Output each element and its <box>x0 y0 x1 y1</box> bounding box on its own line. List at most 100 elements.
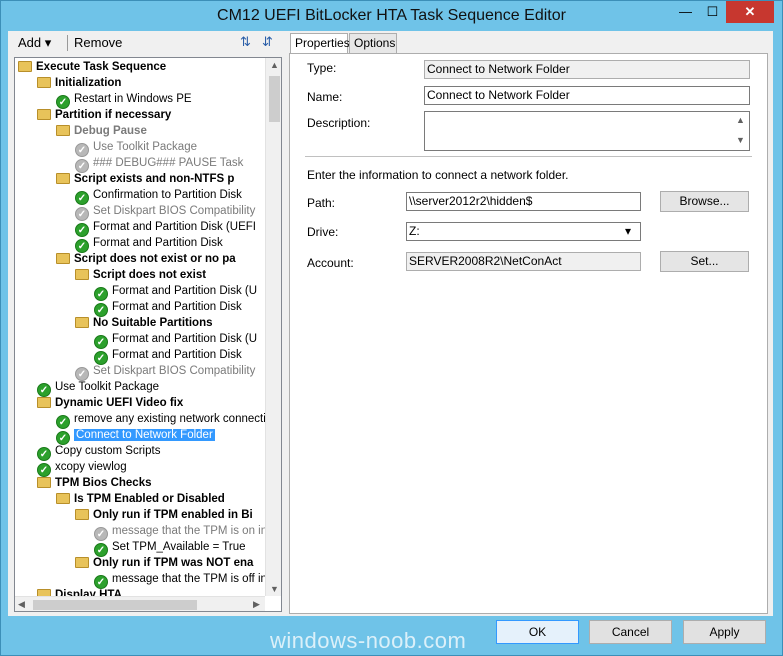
tab-options[interactable]: Options <box>349 33 397 53</box>
tree-node-label: Format and Partition Disk <box>112 349 242 361</box>
toolbar-separator <box>67 35 68 51</box>
scroll-down-icon[interactable]: ▼ <box>270 584 279 594</box>
tree-node[interactable]: Script exists and non-NTFS p <box>56 171 234 187</box>
set-button[interactable]: Set... <box>660 251 749 272</box>
tree-node[interactable]: ✓ Use Toolkit Package <box>37 379 159 397</box>
tree-horizontal-scrollbar[interactable]: ◀ ▶ <box>15 596 265 611</box>
folder-icon <box>37 477 51 488</box>
tree-node[interactable]: ✓ Copy custom Scripts <box>37 443 161 461</box>
drive-select[interactable]: Z: ▾ <box>406 222 641 241</box>
tree-node[interactable]: Display HTA <box>37 587 122 596</box>
tree-node-label: Set Diskpart BIOS Compatibility <box>93 205 256 217</box>
tree-node-label: Script exists and non-NTFS p <box>74 173 235 185</box>
tree-node[interactable]: ✓ ### DEBUG### PAUSE Task <box>75 155 243 173</box>
tree-node[interactable]: ✓ xcopy viewlog <box>37 459 127 477</box>
tree-node-label: Debug Pause <box>74 125 147 137</box>
tree-node[interactable]: ✓ message that the TPM is on in t <box>94 523 265 541</box>
tree-node-label: Copy custom Scripts <box>55 445 161 457</box>
path-field[interactable]: \\server2012r2\hidden$ <box>406 192 641 211</box>
tree-node-label: No Suitable Partitions <box>93 317 213 329</box>
tree-node[interactable]: Initialization <box>37 75 121 91</box>
move-up-icon[interactable]: ⇅ <box>240 34 251 50</box>
tree-node[interactable]: Dynamic UEFI Video fix <box>37 395 183 411</box>
tree-node-label: Use Toolkit Package <box>55 381 159 393</box>
path-label: Path: <box>307 196 336 210</box>
tree-node-label: Script does not exist or no pa <box>74 253 236 265</box>
tree-node[interactable]: ✓ remove any existing network connection <box>56 411 265 429</box>
tree-node[interactable]: ✓ Format and Partition Disk (U <box>94 283 258 301</box>
tree-node[interactable]: ✓ Format and Partition Disk <box>94 347 242 365</box>
folder-icon <box>37 397 51 408</box>
scroll-up-icon[interactable]: ▲ <box>270 60 279 70</box>
ok-button[interactable]: OK <box>496 620 579 644</box>
tree-node-label: Restart in Windows PE <box>74 93 192 105</box>
tree-node[interactable]: ✓ Set TPM_Available = True <box>94 539 246 557</box>
tree-node[interactable]: Execute Task Sequence <box>18 59 166 75</box>
folder-icon <box>56 173 70 184</box>
tree-node[interactable]: Only run if TPM enabled in Bi <box>75 507 253 523</box>
scroll-right-icon[interactable]: ▶ <box>253 599 260 610</box>
tree-node[interactable]: Script does not exist or no pa <box>56 251 236 267</box>
scroll-thumb[interactable] <box>269 76 280 122</box>
maximize-button[interactable]: ☐ <box>699 1 726 23</box>
tree-node[interactable]: ✓ message that the TPM is off in t <box>94 571 265 589</box>
browse-button[interactable]: Browse... <box>660 191 749 212</box>
description-label: Description: <box>307 116 371 130</box>
tree-node[interactable]: No Suitable Partitions <box>75 315 213 331</box>
tree-node-label: Is TPM Enabled or Disabled <box>74 493 225 505</box>
tree-node[interactable]: ✓ Set Diskpart BIOS Compatibility <box>75 363 255 381</box>
tree-node[interactable]: ✓ Restart in Windows PE <box>56 91 192 109</box>
tree-node-label: message that the TPM is on in t <box>112 525 265 537</box>
tree-node[interactable]: Partition if necessary <box>37 107 171 123</box>
hscroll-thumb[interactable] <box>33 600 197 610</box>
window-title: CM12 UEFI BitLocker HTA Task Sequence Ed… <box>217 7 566 24</box>
tree-node-label: Connect to Network Folder <box>74 429 215 441</box>
description-field[interactable] <box>424 111 750 151</box>
cancel-button[interactable]: Cancel <box>589 620 672 644</box>
account-label: Account: <box>307 256 354 270</box>
folder-icon <box>75 269 89 280</box>
description-scroll-up-icon[interactable]: ▲ <box>736 115 745 125</box>
tree-node[interactable]: ✓ Set Diskpart BIOS Compatibility <box>75 203 256 221</box>
minimize-button[interactable]: — <box>672 1 699 23</box>
tree-node[interactable]: ✓ Use Toolkit Package <box>75 139 197 157</box>
title-bar[interactable]: CM12 UEFI BitLocker HTA Task Sequence Ed… <box>1 1 782 32</box>
tree-node-label: Execute Task Sequence <box>36 61 167 73</box>
tree-node[interactable]: ✓ Confirmation to Partition Disk <box>75 187 242 205</box>
tree-node-label: Script does not exist <box>93 269 207 281</box>
close-button[interactable]: ✕ <box>726 1 774 23</box>
scroll-left-icon[interactable]: ◀ <box>18 599 25 610</box>
folder-icon <box>37 589 51 596</box>
add-button[interactable]: Add ▾ <box>18 35 51 51</box>
tree-vertical-scrollbar[interactable]: ▲ ▼ <box>265 58 281 596</box>
tree-node-label: Partition if necessary <box>55 109 172 121</box>
task-sequence-tree[interactable]: Execute Task Sequence Initialization ✓ Rest… <box>14 57 282 612</box>
type-label: Type: <box>307 61 337 75</box>
tree-node[interactable]: ✓ Format and Partition Disk (U <box>94 331 257 349</box>
tree-node[interactable]: TPM Bios Checks <box>37 475 152 491</box>
tree-node[interactable]: Only run if TPM was NOT ena <box>75 555 253 571</box>
tree-node-label: TPM Bios Checks <box>55 477 152 489</box>
name-field[interactable]: Connect to Network Folder <box>424 86 750 105</box>
remove-button[interactable]: Remove <box>74 35 122 50</box>
tree-node-label: Format and Partition Disk (UEFI <box>93 221 256 233</box>
folder-icon <box>56 125 70 136</box>
tree-node[interactable]: ✓ Format and Partition Disk <box>75 235 223 253</box>
tree-node[interactable]: ✓ Connect to Network Folder <box>56 427 215 445</box>
description-scroll-down-icon[interactable]: ▼ <box>736 135 745 145</box>
move-down-icon[interactable]: ⇵ <box>262 34 273 50</box>
tab-properties[interactable]: Properties <box>290 33 350 54</box>
tree-node[interactable]: Is TPM Enabled or Disabled <box>56 491 225 507</box>
tree-node-label: Format and Partition Disk (U <box>112 285 258 297</box>
tree-node-label: Dynamic UEFI Video fix <box>55 397 184 409</box>
tree-node[interactable]: Script does not exist <box>75 267 206 283</box>
tree-node[interactable]: ✓ Format and Partition Disk <box>94 299 242 317</box>
tree-node-label: Initialization <box>55 77 122 89</box>
tree-node-label: Format and Partition Disk <box>112 301 242 313</box>
apply-button[interactable]: Apply <box>683 620 766 644</box>
tree-node[interactable]: ✓ Format and Partition Disk (UEFI <box>75 219 256 237</box>
chevron-down-icon: ▾ <box>625 224 632 238</box>
tree-node[interactable]: Debug Pause <box>56 123 147 139</box>
name-label: Name: <box>307 90 343 104</box>
info-text: Enter the information to connect a netwo… <box>307 168 569 182</box>
